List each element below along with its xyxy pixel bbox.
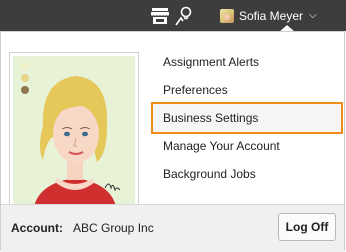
user-name: Sofia Meyer <box>239 8 304 23</box>
menu-item-preferences[interactable]: Preferences <box>153 76 341 104</box>
account-name: ABC Group Inc <box>73 221 154 235</box>
user-dropdown: Assignment Alerts Preferences Business S… <box>0 31 345 252</box>
lightbulb-chat-icon[interactable] <box>169 0 197 31</box>
account-footer: Account: ABC Group Inc Log Off <box>1 204 344 252</box>
menu-item-manage-your-account[interactable]: Manage Your Account <box>153 132 341 160</box>
account-label: Account: <box>11 221 63 235</box>
avatar <box>220 8 234 23</box>
chevron-down-icon: ⌵ <box>309 10 317 21</box>
menu-item-business-settings[interactable]: Business Settings <box>151 102 343 134</box>
log-off-button[interactable]: Log Off <box>278 213 336 241</box>
menu-item-background-jobs[interactable]: Background Jobs <box>153 160 341 188</box>
avatar-image <box>13 56 135 216</box>
avatar[interactable] <box>9 52 139 220</box>
menu-item-assignment-alerts[interactable]: Assignment Alerts <box>153 48 341 76</box>
settings-menu: Assignment Alerts Preferences Business S… <box>151 48 343 188</box>
